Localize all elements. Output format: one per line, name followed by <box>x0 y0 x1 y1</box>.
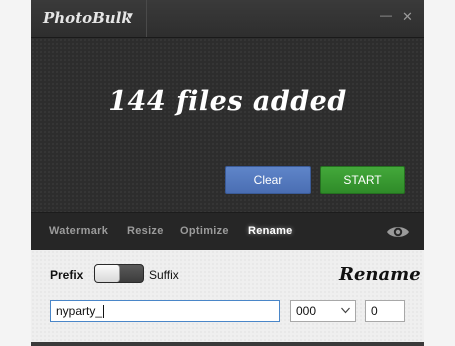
prefix-input-value: nyparty_ <box>56 304 103 318</box>
panel-title: Rename <box>339 264 421 285</box>
close-button[interactable]: ✕ <box>402 10 413 24</box>
text-cursor <box>103 305 105 319</box>
eye-icon[interactable] <box>386 224 410 240</box>
app-window: PhotoBulk ▼ — ✕ 144 files added Clear ST… <box>31 0 424 346</box>
tab-rename[interactable]: Rename <box>248 225 293 237</box>
prefix-input[interactable]: nyparty_ <box>50 300 280 322</box>
drop-area[interactable]: 144 files added Clear START <box>31 38 424 212</box>
title-bar: PhotoBulk ▼ — ✕ <box>31 0 424 38</box>
minimize-button[interactable]: — <box>380 8 392 22</box>
prefix-label: Prefix <box>50 268 84 282</box>
start-number-value: 0 <box>371 304 378 318</box>
clear-button[interactable]: Clear <box>225 166 311 194</box>
files-added-status: 144 files added <box>108 86 347 117</box>
suffix-label: Suffix <box>149 268 179 282</box>
start-number-input[interactable]: 0 <box>365 300 405 322</box>
tab-optimize[interactable]: Optimize <box>180 225 229 237</box>
tab-watermark[interactable]: Watermark <box>49 225 108 237</box>
app-menu[interactable]: PhotoBulk ▼ <box>31 0 147 37</box>
app-name: PhotoBulk <box>43 9 132 27</box>
chevron-down-icon <box>341 307 350 314</box>
tab-resize[interactable]: Resize <box>127 225 164 237</box>
start-button[interactable]: START <box>320 166 405 194</box>
toggle-knob[interactable] <box>95 265 120 282</box>
panel-bottom-edge <box>31 342 424 346</box>
rename-panel: Prefix Suffix Rename nyparty_ 000 0 <box>31 250 424 342</box>
digits-select-value: 000 <box>296 304 317 318</box>
digits-select[interactable]: 000 <box>290 300 356 322</box>
prefix-suffix-toggle[interactable] <box>94 264 144 283</box>
caret-down-icon: ▼ <box>125 11 135 22</box>
tab-bar: Watermark Resize Optimize Rename <box>31 212 424 251</box>
